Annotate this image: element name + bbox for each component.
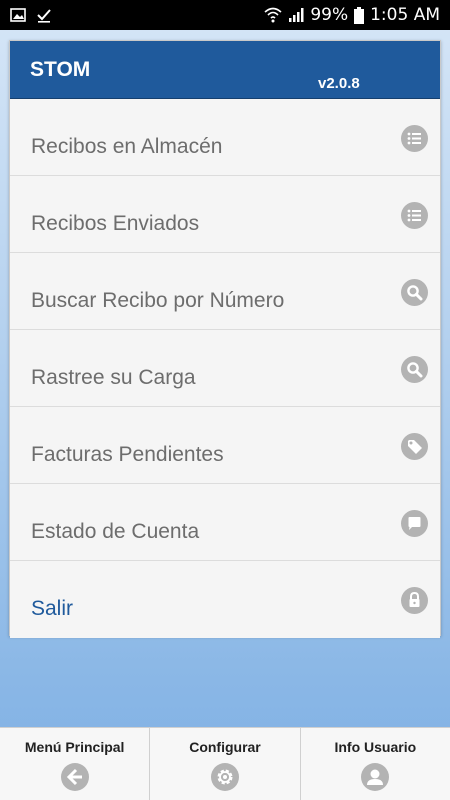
- battery-icon: [354, 6, 365, 24]
- app-version: v2.0.8: [318, 75, 360, 92]
- menu-item-estado-cuenta[interactable]: Estado de Cuenta: [10, 484, 440, 561]
- menu-item-label: Recibos en Almacén: [31, 135, 223, 158]
- menu-item-label: Rastree su Carga: [31, 366, 196, 389]
- app-title: STOM: [30, 58, 91, 81]
- wifi-icon: [264, 7, 282, 23]
- list-icon: [401, 125, 428, 152]
- battery-percent: 99%: [310, 5, 349, 25]
- menu-item-facturas-pendientes[interactable]: Facturas Pendientes: [10, 407, 440, 484]
- status-bar: 99% 1:05 AM: [0, 0, 450, 30]
- tag-icon: [401, 433, 428, 460]
- menu-item-buscar-recibo[interactable]: Buscar Recibo por Número: [10, 253, 440, 330]
- app-header: STOM v2.0.8: [10, 41, 440, 99]
- clock: 1:05 AM: [370, 5, 440, 25]
- menu-item-label: Salir: [31, 597, 74, 620]
- gear-icon: [210, 763, 239, 791]
- image-icon: [10, 7, 26, 23]
- back-arrow-icon: [60, 763, 89, 791]
- search-icon: [401, 279, 428, 306]
- tab-label: Configurar: [189, 739, 261, 755]
- download-done-icon: [36, 7, 52, 23]
- menu-item-label: Recibos Enviados: [31, 212, 200, 235]
- search-icon: [401, 356, 428, 383]
- tab-menu-principal[interactable]: Menú Principal: [0, 728, 151, 800]
- main-menu-panel: STOM v2.0.8 Recibos en Almacén Recibos E…: [9, 40, 441, 638]
- lock-icon: [401, 587, 428, 614]
- tab-info-usuario[interactable]: Info Usuario: [301, 728, 450, 800]
- user-icon: [361, 763, 390, 791]
- menu-item-rastree-carga[interactable]: Rastree su Carga: [10, 330, 440, 407]
- bottom-tab-bar: Menú Principal Configurar Info Usuario: [0, 727, 450, 800]
- list-icon: [401, 202, 428, 229]
- menu-item-recibos-almacen[interactable]: Recibos en Almacén: [10, 99, 440, 176]
- tab-label: Info Usuario: [334, 739, 417, 755]
- menu-item-salir[interactable]: Salir: [10, 561, 440, 638]
- menu-item-label: Estado de Cuenta: [31, 520, 200, 543]
- menu-item-recibos-enviados[interactable]: Recibos Enviados: [10, 176, 440, 253]
- menu-item-label: Buscar Recibo por Número: [31, 289, 285, 312]
- menu-item-label: Facturas Pendientes: [31, 443, 224, 466]
- tab-configurar[interactable]: Configurar: [150, 728, 301, 800]
- chat-icon: [401, 510, 428, 537]
- tab-label: Menú Principal: [24, 739, 125, 755]
- signal-icon: [288, 7, 304, 23]
